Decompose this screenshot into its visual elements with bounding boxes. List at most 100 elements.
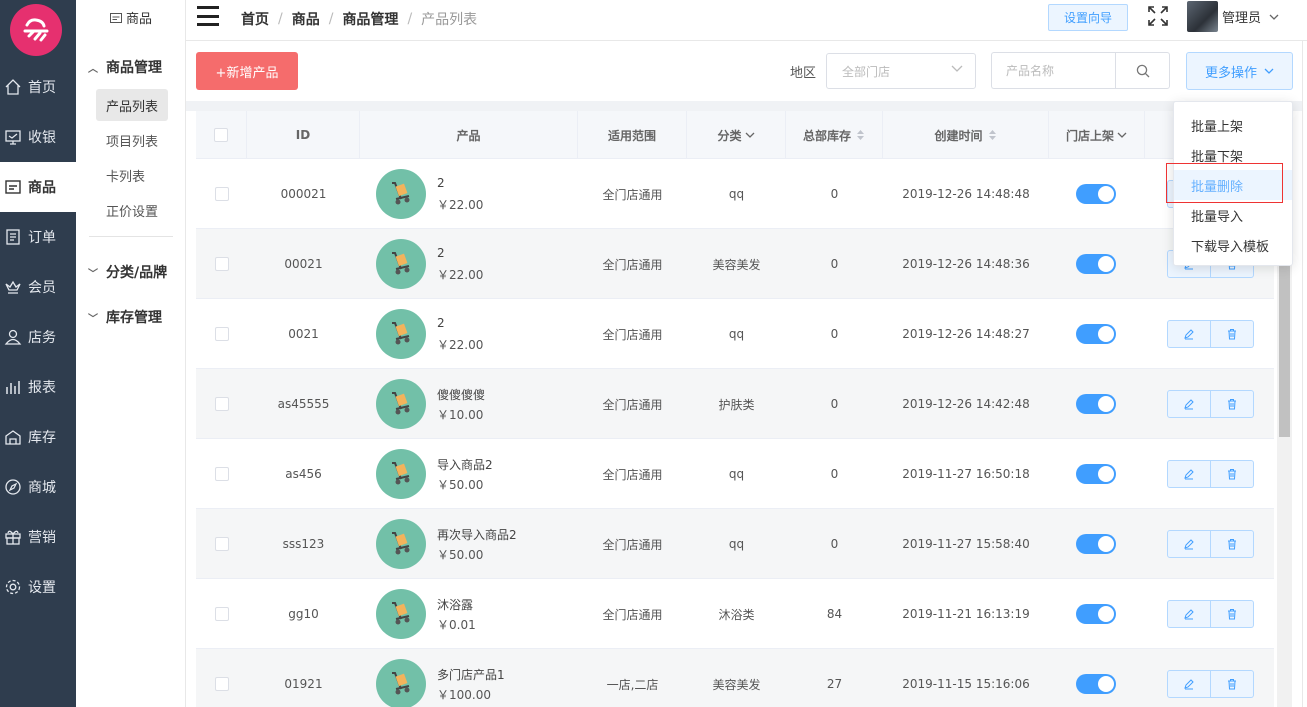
nav-item-7[interactable]: 库存: [0, 412, 76, 462]
row-checkbox[interactable]: [214, 187, 229, 201]
row-checkbox[interactable]: [214, 467, 229, 481]
nav-item-label: 库存: [28, 430, 56, 446]
edit-icon: [1183, 329, 1194, 340]
cell-created: 2019-11-27 15:58:40: [902, 537, 1030, 551]
cell-id: 0021: [288, 327, 319, 341]
compass-icon: [4, 478, 22, 496]
on-shelf-switch[interactable]: [1076, 394, 1116, 414]
nav-item-10[interactable]: 设置: [0, 562, 76, 612]
on-shelf-switch[interactable]: [1076, 254, 1116, 274]
right-edge: [1302, 41, 1307, 707]
setup-guide-button[interactable]: 设置向导: [1048, 4, 1128, 31]
cart-icon: [392, 462, 410, 485]
table-row: as45555 傻傻傻傻 ￥10.00 全门店通用 护肤类 0 2019-12-26 14:…: [196, 369, 1274, 439]
edit-button[interactable]: [1167, 320, 1211, 348]
cell-stock: 27: [826, 677, 843, 691]
row-checkbox[interactable]: [214, 257, 229, 271]
chevron-down-icon: ﹀: [88, 313, 98, 325]
table-row: as456 导入商品2 ￥50.00 全门店通用 qq 0 2019-11-27 16:50…: [196, 439, 1274, 509]
cart-icon: [392, 392, 410, 415]
nav-item-8[interactable]: 商城: [0, 462, 76, 512]
nav-item-3[interactable]: 订单: [0, 212, 76, 262]
delete-icon: [1227, 679, 1236, 690]
edit-button[interactable]: [1167, 460, 1211, 488]
select-all-checkbox[interactable]: [214, 128, 228, 142]
cell-stock: 0: [830, 327, 839, 341]
on-shelf-switch[interactable]: [1076, 534, 1116, 554]
breadcrumb: 首页 / 商品 / 商品管理 / 产品列表: [241, 9, 478, 29]
avatar[interactable]: [1187, 1, 1218, 32]
nav-item-1[interactable]: 收银: [0, 112, 76, 162]
subnav-item-price-setting[interactable]: 正价设置: [96, 194, 168, 226]
cell-id: 01921: [284, 677, 323, 691]
batch-import-item[interactable]: 批量导入: [1174, 200, 1292, 230]
row-checkbox[interactable]: [214, 327, 229, 341]
col-category[interactable]: 分类: [687, 111, 786, 159]
cell-scope: 全门店通用: [602, 467, 663, 482]
nav-item-0[interactable]: 首页: [0, 62, 76, 112]
product-price: ￥100.00: [437, 688, 491, 702]
nav-item-5[interactable]: 店务: [0, 312, 76, 362]
breadcrumb-current: 产品列表: [421, 12, 478, 28]
add-product-button[interactable]: +新增产品: [196, 52, 298, 90]
edit-button[interactable]: [1167, 530, 1211, 558]
nav-item-6[interactable]: 报表: [0, 362, 76, 412]
delete-button[interactable]: [1210, 670, 1254, 698]
col-stock[interactable]: 总部库存: [786, 111, 883, 159]
subnav-item-project-list[interactable]: 项目列表: [96, 124, 168, 156]
delete-button[interactable]: [1210, 390, 1254, 418]
search-button[interactable]: [1115, 52, 1170, 89]
subnav-item-product-list[interactable]: 产品列表: [96, 89, 169, 121]
subnav-item-card-list[interactable]: 卡列表: [96, 159, 155, 191]
store-select[interactable]: 全部门店: [826, 53, 976, 89]
nav-item-4[interactable]: 会员: [0, 262, 76, 312]
row-checkbox[interactable]: [214, 537, 229, 551]
row-checkbox[interactable]: [214, 607, 229, 621]
download-template-item[interactable]: 下载导入模板: [1174, 230, 1292, 260]
sort-icon: [857, 130, 864, 140]
product-price: ￥10.00: [437, 408, 484, 422]
batch-on-shelf-item[interactable]: 批量上架: [1174, 110, 1292, 140]
edit-button[interactable]: [1167, 600, 1211, 628]
nav-item-9[interactable]: 营销: [0, 512, 76, 562]
row-checkbox[interactable]: [214, 397, 229, 411]
delete-button[interactable]: [1210, 320, 1254, 348]
group-category-brand[interactable]: ﹀ 分类/品牌: [88, 262, 167, 282]
more-actions-button[interactable]: 更多操作: [1186, 52, 1293, 90]
subnav-title: 商品: [76, 0, 186, 35]
gear-icon: [4, 578, 22, 596]
breadcrumb-goods[interactable]: 商品: [292, 9, 320, 29]
sort-icon: [988, 130, 996, 140]
group-goods-manage[interactable]: ︿ 商品管理: [88, 57, 162, 77]
breadcrumb-goods-manage[interactable]: 商品管理: [342, 9, 398, 29]
col-on-shelf[interactable]: 门店上架: [1049, 111, 1145, 159]
cart-icon: [392, 182, 410, 205]
on-shelf-switch[interactable]: [1076, 324, 1116, 344]
edit-button[interactable]: [1167, 390, 1211, 418]
on-shelf-switch[interactable]: [1076, 184, 1116, 204]
table-row: 0021 2 ￥22.00 全门店通用 qq 0 2019-12-26 14:48:27: [196, 299, 1274, 369]
nav-item-label: 报表: [28, 380, 56, 396]
cell-stock: 84: [826, 607, 843, 621]
cell-created: 2019-12-26 14:42:48: [902, 397, 1030, 411]
group-stock-manage[interactable]: ﹀ 库存管理: [88, 307, 162, 327]
on-shelf-switch[interactable]: [1076, 464, 1116, 484]
delete-button[interactable]: [1210, 530, 1254, 558]
delete-button[interactable]: [1210, 460, 1254, 488]
on-shelf-switch[interactable]: [1076, 674, 1116, 694]
row-checkbox[interactable]: [214, 677, 229, 691]
col-created[interactable]: 创建时间: [883, 111, 1049, 159]
fullscreen-icon[interactable]: [1147, 5, 1169, 27]
product-price: ￥22.00: [437, 338, 484, 352]
delete-button[interactable]: [1210, 600, 1254, 628]
app-logo[interactable]: [10, 4, 62, 56]
row-select-cell: [196, 649, 247, 707]
nav-item-2[interactable]: 商品: [0, 162, 76, 212]
breadcrumb-home[interactable]: 首页: [241, 9, 269, 29]
user-menu[interactable]: 管理员: [1222, 7, 1279, 26]
menu-toggle-icon[interactable]: [197, 6, 219, 26]
edit-button[interactable]: [1167, 670, 1211, 698]
product-name-input[interactable]: 产品名称: [991, 52, 1116, 89]
row-actions: [1167, 460, 1254, 488]
on-shelf-switch[interactable]: [1076, 604, 1116, 624]
